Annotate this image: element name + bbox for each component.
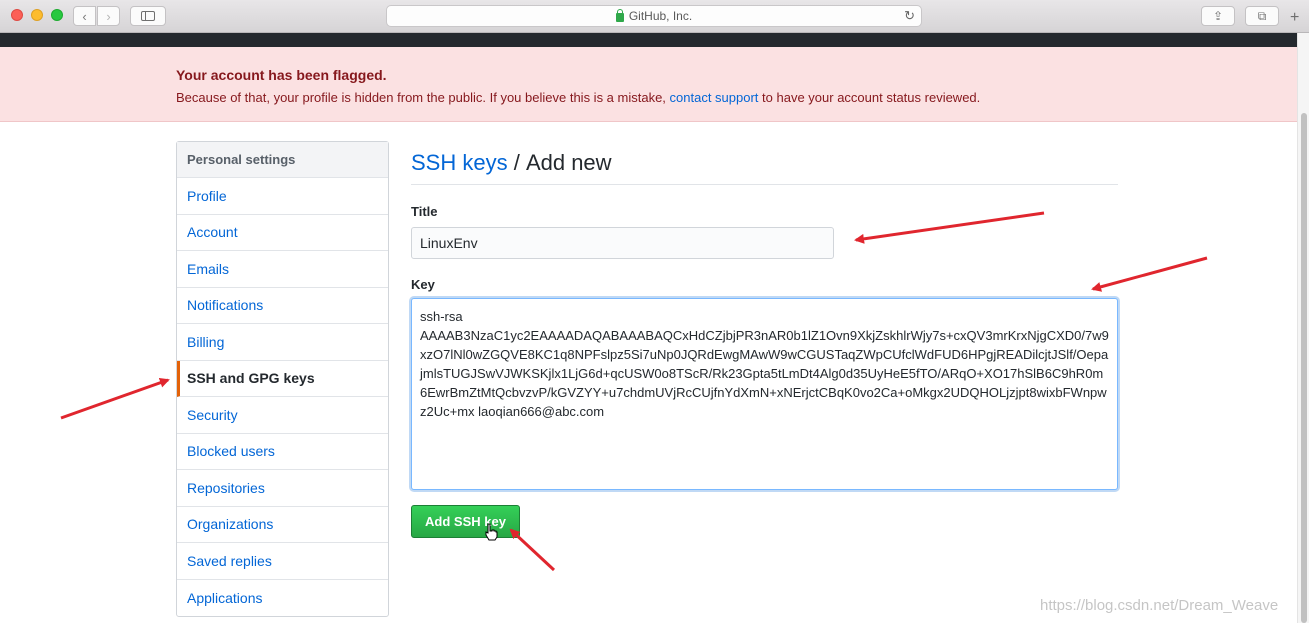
hand-cursor-icon bbox=[485, 523, 498, 541]
address-text: GitHub, Inc. bbox=[628, 9, 693, 23]
browser-toolbar: ‹ › GitHub, Inc. ↻ ⇪ ⧉ + bbox=[0, 0, 1309, 33]
add-ssh-key-button[interactable]: Add SSH key bbox=[411, 505, 520, 538]
menu-item-account[interactable]: Account bbox=[177, 215, 388, 251]
menu-item-blocked-users[interactable]: Blocked users bbox=[177, 434, 388, 470]
show-tabs-button[interactable]: ⧉ bbox=[1245, 6, 1279, 26]
breadcrumb-current: Add new bbox=[525, 149, 612, 175]
ssh-keys-breadcrumb-link[interactable]: SSH keys bbox=[411, 150, 508, 176]
menu-heading: Personal settings bbox=[177, 142, 388, 178]
flagged-account-banner: Your account has been flagged. Because o… bbox=[0, 47, 1297, 122]
menu-item-ssh-gpg-keys[interactable]: SSH and GPG keys bbox=[177, 360, 388, 397]
site-header bbox=[0, 33, 1297, 47]
breadcrumb-separator: / bbox=[507, 149, 526, 175]
menu-item-security[interactable]: Security bbox=[177, 397, 388, 434]
menu-item-repositories[interactable]: Repositories bbox=[177, 470, 388, 507]
contact-support-link[interactable]: contact support bbox=[670, 90, 759, 105]
tabs-icon: ⧉ bbox=[1257, 8, 1267, 23]
menu-item-emails[interactable]: Emails bbox=[177, 251, 388, 288]
new-tab-button[interactable]: + bbox=[1290, 9, 1299, 27]
banner-message-tail: to have your account status reviewed. bbox=[758, 90, 981, 105]
banner-message: Because of that, your profile is hidden … bbox=[176, 90, 980, 105]
menu-item-profile[interactable]: Profile bbox=[177, 178, 388, 215]
window-maximize-button[interactable] bbox=[51, 9, 63, 21]
menu-item-saved-replies[interactable]: Saved replies bbox=[177, 543, 388, 580]
menu-item-organizations[interactable]: Organizations bbox=[177, 507, 388, 543]
share-icon: ⇪ bbox=[1212, 9, 1224, 23]
arrow-to-key-field bbox=[1091, 256, 1208, 292]
banner-message-text: Because of that, your profile is hidden … bbox=[176, 90, 670, 105]
settings-menu: Personal settings Profile Account Emails… bbox=[176, 141, 389, 617]
title-label: Title bbox=[411, 204, 438, 219]
menu-item-billing[interactable]: Billing bbox=[177, 324, 388, 361]
key-textarea[interactable]: ssh-rsa AAAAB3NzaC1yc2EAAAADAQABAAABAQCx… bbox=[411, 298, 1118, 490]
arrow-to-ssh-menu-item bbox=[60, 377, 170, 420]
menu-item-applications[interactable]: Applications bbox=[177, 580, 388, 617]
arrow-to-title-field bbox=[854, 211, 1045, 244]
add-ssh-key-form: SSH keys / Add new Title Key ssh-rsa AAA… bbox=[411, 141, 1118, 538]
key-label: Key bbox=[411, 277, 435, 292]
chevron-right-icon: › bbox=[106, 8, 111, 24]
window-minimize-button[interactable] bbox=[31, 9, 43, 21]
sidebar-toggle-button[interactable] bbox=[130, 6, 166, 26]
title-field[interactable] bbox=[411, 227, 834, 259]
chevron-left-icon: ‹ bbox=[82, 8, 87, 24]
forward-button[interactable]: › bbox=[97, 6, 120, 26]
scroll-thumb[interactable] bbox=[1301, 113, 1307, 623]
banner-title: Your account has been flagged. bbox=[176, 67, 387, 83]
page-title: SSH keys / Add new bbox=[411, 141, 1118, 185]
sidebar-icon bbox=[141, 11, 155, 21]
reload-icon[interactable]: ↻ bbox=[904, 8, 915, 24]
address-bar[interactable]: GitHub, Inc. ↻ bbox=[386, 5, 922, 27]
back-button[interactable]: ‹ bbox=[73, 6, 96, 26]
page-scrollbar[interactable] bbox=[1297, 33, 1309, 623]
window-close-button[interactable] bbox=[11, 9, 23, 21]
menu-item-notifications[interactable]: Notifications bbox=[177, 288, 388, 324]
lock-icon bbox=[615, 8, 624, 22]
watermark: https://blog.csdn.net/Dream_Weave bbox=[1040, 597, 1279, 614]
share-button[interactable]: ⇪ bbox=[1201, 6, 1235, 26]
